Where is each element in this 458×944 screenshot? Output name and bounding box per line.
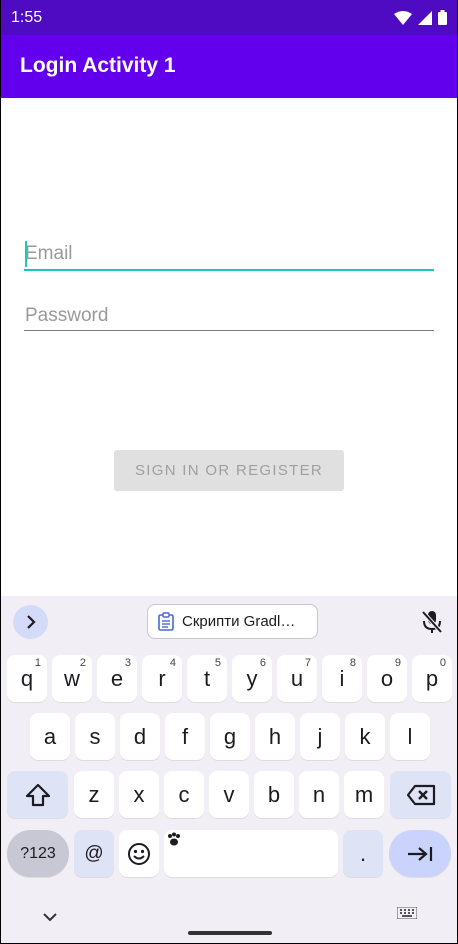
key-z[interactable]: z <box>74 771 114 818</box>
chevron-down-icon <box>43 913 57 922</box>
key-hint: 2 <box>79 657 86 669</box>
keyboard-icon <box>396 906 418 920</box>
text-cursor <box>25 241 27 267</box>
key-f[interactable]: f <box>165 713 205 760</box>
status-icons <box>394 10 447 25</box>
emoji-icon <box>128 842 150 865</box>
chevron-right-icon <box>26 615 36 629</box>
key-e[interactable]: e3 <box>97 655 137 702</box>
key-label: y <box>246 665 258 691</box>
key-u[interactable]: u7 <box>277 655 317 702</box>
home-gesture-handle[interactable] <box>188 931 272 935</box>
key-v[interactable]: v <box>209 771 249 818</box>
key-hint: 3 <box>124 657 131 669</box>
key-hint: 7 <box>304 657 311 669</box>
key-l[interactable]: l <box>390 713 430 760</box>
signal-icon <box>418 10 432 25</box>
at-key[interactable]: @ <box>74 830 114 877</box>
backspace-icon <box>406 784 435 805</box>
key-a[interactable]: a <box>30 713 70 760</box>
key-p[interactable]: p0 <box>412 655 452 702</box>
key-o[interactable]: o9 <box>367 655 407 702</box>
keyboard-switch-button[interactable] <box>396 906 418 924</box>
password-field-container <box>24 301 434 331</box>
key-r[interactable]: r4 <box>142 655 182 702</box>
key-hint: 4 <box>169 657 176 669</box>
email-field[interactable] <box>24 239 434 269</box>
key-t[interactable]: t5 <box>187 655 227 702</box>
key-hint: 1 <box>34 657 41 669</box>
key-b[interactable]: b <box>254 771 294 818</box>
key-w[interactable]: w2 <box>52 655 92 702</box>
key-hint: 8 <box>349 657 356 669</box>
key-s[interactable]: s <box>75 713 115 760</box>
shift-key[interactable] <box>7 771 68 818</box>
emoji-key[interactable] <box>119 830 159 877</box>
key-label: i <box>339 665 345 691</box>
key-y[interactable]: y6 <box>232 655 272 702</box>
email-field-container <box>24 239 434 269</box>
key-label: t <box>203 665 211 691</box>
battery-icon <box>438 10 447 25</box>
key-k[interactable]: k <box>345 713 385 760</box>
key-label: q <box>20 665 34 691</box>
key-d[interactable]: d <box>120 713 160 760</box>
status-time: 1:55 <box>11 9 43 26</box>
key-hint: 9 <box>394 657 401 669</box>
clipboard-suggestion-chip[interactable]: Скрипти Gradl… <box>147 604 318 639</box>
password-field[interactable] <box>24 301 434 331</box>
key-c[interactable]: c <box>164 771 204 818</box>
key-label: p <box>425 665 439 691</box>
key-label: u <box>290 665 304 691</box>
key-i[interactable]: i8 <box>322 655 362 702</box>
next-field-icon <box>408 846 433 861</box>
key-label: r <box>158 665 166 691</box>
shift-icon <box>25 783 50 806</box>
key-m[interactable]: m <box>344 771 384 818</box>
clipboard-suggestion-text: Скрипти Gradl… <box>182 613 296 630</box>
key-label: w <box>64 665 80 691</box>
key-x[interactable]: x <box>119 771 159 818</box>
enter-key[interactable] <box>389 830 451 877</box>
backspace-key[interactable] <box>390 771 451 818</box>
email-underline <box>24 269 434 271</box>
space-key[interactable] <box>164 830 338 877</box>
key-hint: 0 <box>439 657 446 669</box>
status-bar: 1:55 <box>1 0 457 35</box>
symbols-key[interactable]: ?123 <box>7 830 69 877</box>
app-title: Login Activity 1 <box>20 54 176 77</box>
app-window: 1:55 Login Activity 1 SIGN IN OR REGISTE… <box>1 0 457 943</box>
key-label: o <box>380 665 394 691</box>
key-g[interactable]: g <box>210 713 250 760</box>
key-label: e <box>110 665 124 691</box>
clipboard-icon <box>158 612 174 631</box>
key-j[interactable]: j <box>300 713 340 760</box>
sign-in-button[interactable]: SIGN IN OR REGISTER <box>114 450 344 491</box>
wifi-icon <box>394 10 412 25</box>
key-h[interactable]: h <box>255 713 295 760</box>
key-n[interactable]: n <box>299 771 339 818</box>
key-hint: 5 <box>214 657 221 669</box>
password-underline <box>24 330 434 331</box>
keyboard-hide-button[interactable] <box>43 909 57 927</box>
soft-keyboard: Скрипти Gradl… q1w2e3r4t5y6u7i8o9p0 asdf… <box>1 596 457 943</box>
paw-icon <box>168 832 180 846</box>
suggestions-toggle-button[interactable] <box>13 605 48 639</box>
mic-off-button[interactable] <box>421 610 443 639</box>
key-q[interactable]: q1 <box>7 655 47 702</box>
period-key[interactable]: . <box>343 830 383 877</box>
app-bar: Login Activity 1 <box>1 35 457 98</box>
mic-off-icon <box>421 610 443 634</box>
device-screen: 1:55 Login Activity 1 SIGN IN OR REGISTE… <box>0 0 458 944</box>
key-hint: 6 <box>259 657 266 669</box>
